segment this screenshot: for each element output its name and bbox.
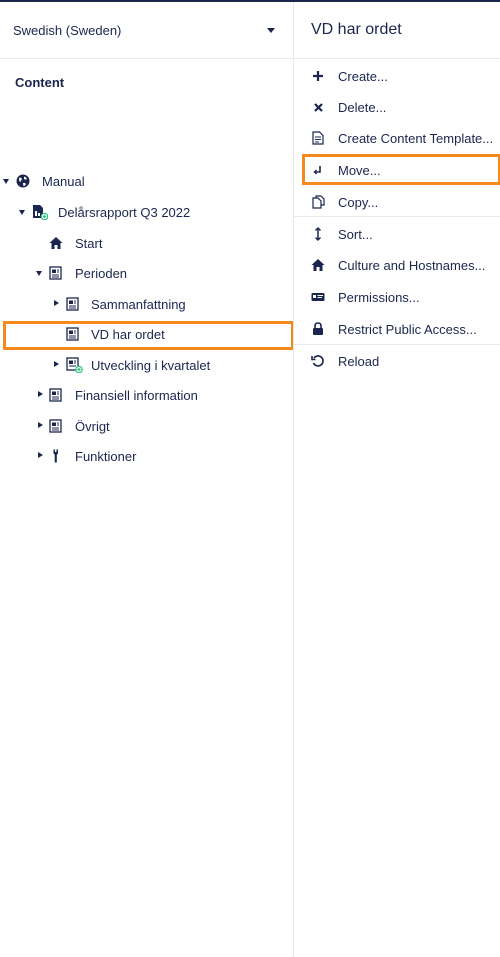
action-label: Permissions...: [338, 289, 420, 305]
tree-node-label: Start: [75, 236, 103, 251]
action-label: Restrict Public Access...: [338, 321, 477, 337]
chevron-down-icon: [267, 28, 275, 33]
action-culture-and-hostnames[interactable]: Culture and Hostnames...: [294, 250, 500, 280]
article-icon: [49, 419, 63, 433]
article-add-icon: [66, 357, 83, 373]
move-action-highlight: [302, 154, 500, 185]
plus-icon: [311, 69, 325, 83]
tree-node-start[interactable]: Start: [0, 229, 293, 257]
tree-node-funktioner[interactable]: Funktioner: [0, 442, 293, 470]
permissions-icon: [311, 290, 325, 304]
article-icon: [66, 297, 80, 311]
tree-node-label: Övrigt: [75, 419, 110, 434]
expand-toggle-icon[interactable]: [54, 300, 59, 306]
tree-node-label: Funktioner: [75, 449, 137, 464]
action-create[interactable]: Create...: [294, 61, 500, 91]
close-icon: [311, 100, 325, 114]
expand-toggle-icon[interactable]: [36, 271, 42, 276]
copy-icon: [311, 195, 325, 209]
template-icon: [311, 131, 325, 145]
tree-node-label: Sammanfattning: [91, 297, 186, 312]
globe-icon: [16, 174, 30, 188]
action-create-content-template[interactable]: Create Content Template...: [294, 123, 500, 153]
tree-node-sammanfattning[interactable]: Sammanfattning: [0, 290, 293, 318]
actions-pane: VD har ordet Create... Delete... Create …: [293, 2, 500, 957]
tree-node-ovrigt[interactable]: Övrigt: [0, 412, 293, 440]
language-select[interactable]: Swedish (Sweden): [0, 2, 293, 59]
action-label: Reload: [338, 353, 380, 369]
tree-node-delarsrapport[interactable]: Delårsrapport Q3 2022: [0, 198, 293, 226]
tree-node-finansiell-information[interactable]: Finansiell information: [0, 381, 293, 409]
lock-icon: [311, 322, 325, 336]
wrench-icon: [49, 449, 63, 463]
reload-icon: [311, 354, 325, 368]
tree-node-manual[interactable]: Manual: [0, 167, 293, 195]
action-sort[interactable]: Sort...: [294, 219, 500, 249]
expand-toggle-icon[interactable]: [54, 361, 59, 367]
expand-toggle-icon[interactable]: [38, 452, 43, 458]
selected-node-highlight: [3, 321, 294, 350]
expand-toggle-icon[interactable]: [38, 391, 43, 397]
actions-title: VD har ordet: [294, 2, 500, 59]
action-restrict-public-access[interactable]: Restrict Public Access...: [294, 314, 500, 344]
action-reload[interactable]: Reload: [294, 346, 500, 376]
tree-node-label: Manual: [42, 174, 85, 189]
section-title: Content: [15, 75, 65, 90]
action-label: Sort...: [338, 226, 373, 242]
article-icon: [49, 388, 63, 402]
home-icon: [49, 236, 63, 250]
tree-node-label: Finansiell information: [75, 388, 198, 403]
language-label: Swedish (Sweden): [13, 22, 122, 38]
expand-toggle-icon[interactable]: [3, 179, 9, 184]
tree-node-label: Perioden: [75, 266, 128, 281]
action-label: Create...: [338, 68, 388, 84]
expand-toggle-icon[interactable]: [38, 422, 43, 428]
action-label: Copy...: [338, 194, 379, 210]
tree-node-utveckling[interactable]: Utveckling i kvartalet: [0, 351, 293, 379]
action-delete[interactable]: Delete...: [294, 92, 500, 122]
expand-toggle-icon[interactable]: [19, 210, 25, 215]
menu-divider: [294, 344, 500, 345]
tree-node-label: Utveckling i kvartalet: [91, 358, 211, 373]
tree-node-label: Delårsrapport Q3 2022: [58, 205, 191, 220]
menu-divider: [294, 216, 500, 217]
action-label: Culture and Hostnames...: [338, 257, 486, 273]
home-icon: [311, 258, 325, 272]
article-icon: [49, 266, 63, 280]
document-add-icon: [32, 204, 48, 220]
content-tree-pane: Swedish (Sweden) Content Manual Delårsra…: [0, 2, 294, 957]
tree-node-perioden[interactable]: Perioden: [0, 259, 293, 287]
action-permissions[interactable]: Permissions...: [294, 282, 500, 312]
action-label: Create Content Template...: [338, 130, 494, 146]
action-copy[interactable]: Copy...: [294, 187, 500, 217]
sort-icon: [311, 227, 325, 241]
action-label: Delete...: [338, 99, 387, 115]
